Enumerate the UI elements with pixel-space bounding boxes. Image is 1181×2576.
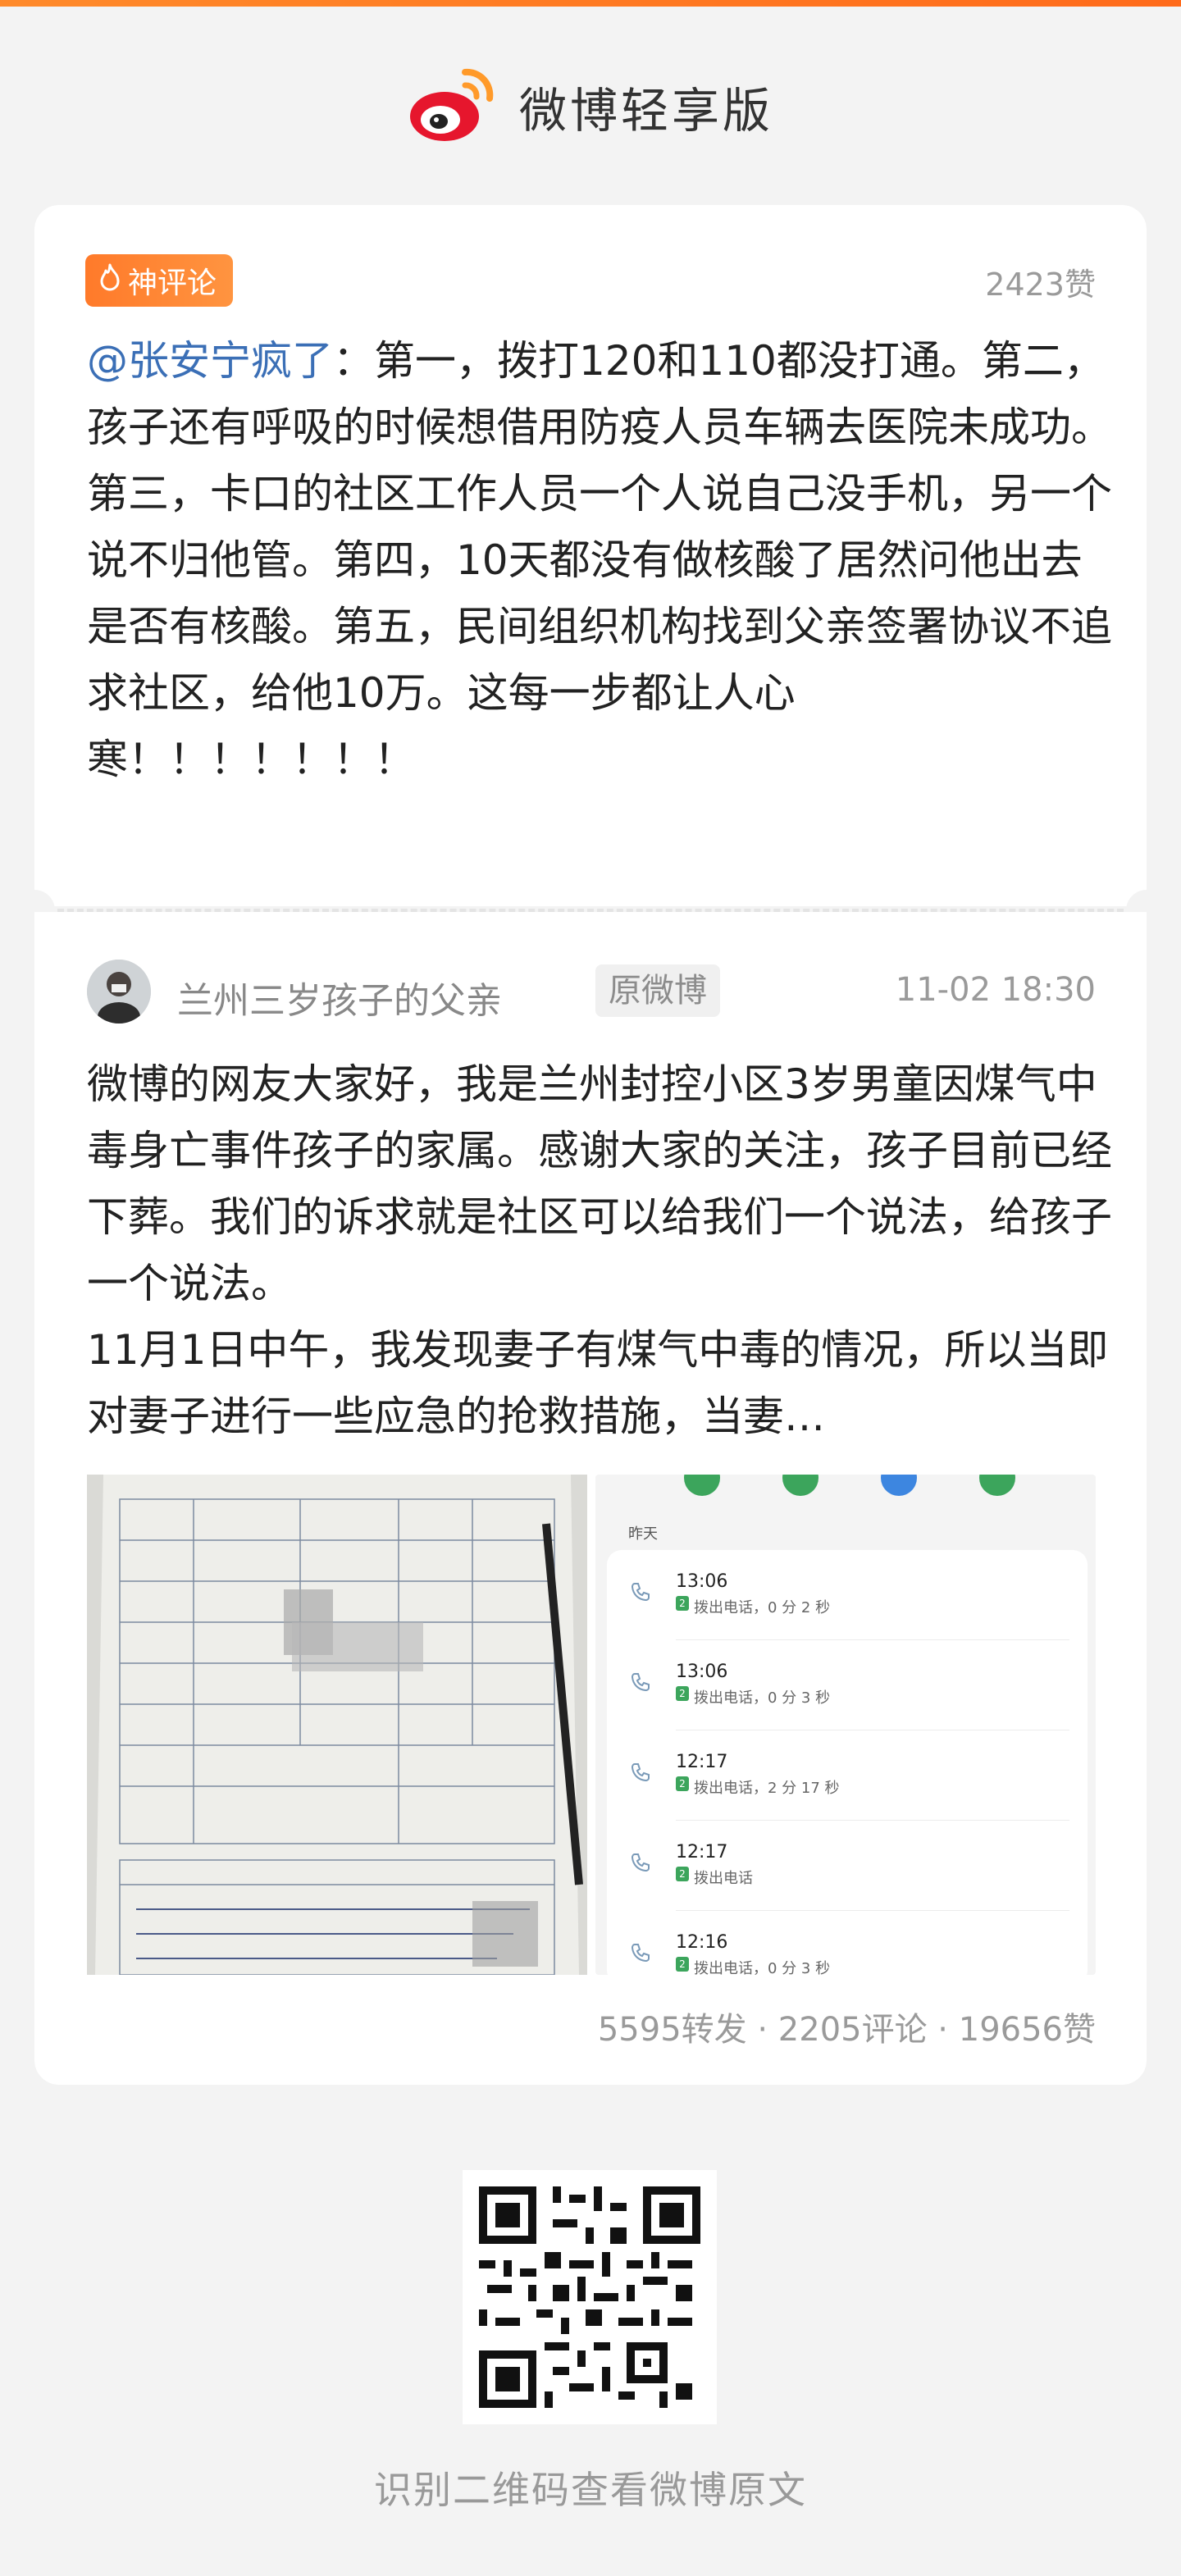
comment-body: @张安宁疯了：第一，拨打120和110都没打通。第二，孩子还有呼吸的时候想借用防… [87, 328, 1120, 793]
phone-icon [630, 1852, 651, 1876]
comment-text: ：第一，拨打120和110都没打通。第二，孩子还有呼吸的时候想借用防疫人员车辆去… [87, 337, 1112, 783]
call-time: 12:17 [676, 1842, 728, 1862]
badge-label: 神评论 [128, 267, 217, 300]
sim-badge: 2 [676, 1686, 689, 1701]
qr-code-icon[interactable] [463, 2170, 717, 2424]
call-desc: 拨出电话，2 分 17 秒 [694, 1780, 840, 1797]
weibo-logo-icon [408, 66, 498, 148]
mention-link[interactable]: @张安宁疯了 [87, 337, 333, 385]
original-post-tag: 原微博 [595, 964, 720, 1017]
sim-badge: 2 [676, 1596, 689, 1611]
phone-icon [630, 1581, 651, 1606]
sim-badge: 2 [676, 1957, 689, 1972]
post-body: 微博的网友大家好，我是兰州封控小区3岁男童因煤气中毒身亡事件孩子的家属。感谢大家… [87, 1060, 1112, 1440]
top-accent-bar [0, 0, 1181, 7]
call-log-top-icons [595, 1475, 1096, 1507]
call-desc: 拨出电话，0 分 3 秒 [694, 1689, 831, 1707]
sim-badge: 2 [676, 1867, 689, 1881]
call-log-screenshot[interactable]: 昨天 13:06 2 拨出电话，0 分 2 秒 13:06 2 拨出电话，0 分… [595, 1475, 1096, 1975]
list-item[interactable]: 13:06 2 拨出电话，0 分 3 秒 [607, 1640, 1088, 1730]
call-time: 13:06 [676, 1571, 728, 1592]
comment-likes: 2423赞 [985, 267, 1096, 303]
call-desc: 拨出电话 [694, 1870, 753, 1887]
list-item[interactable]: 12:17 2 拨出电话 [607, 1821, 1088, 1911]
sim-badge: 2 [676, 1776, 689, 1791]
death-certificate-image[interactable] [87, 1475, 587, 1975]
phone-icon [630, 1671, 651, 1696]
call-desc: 拨出电话，0 分 2 秒 [694, 1599, 831, 1616]
post-stats: 5595转发 · 2205评论 · 19656赞 [597, 2011, 1096, 2049]
avatar[interactable] [87, 960, 151, 1024]
list-item[interactable]: 13:06 2 拨出电话，0 分 2 秒 [607, 1550, 1088, 1640]
call-time: 12:16 [676, 1932, 728, 1953]
call-log-list: 13:06 2 拨出电话，0 分 2 秒 13:06 2 拨出电话，0 分 3 … [607, 1550, 1088, 1975]
list-item[interactable]: 12:17 2 拨出电话，2 分 17 秒 [607, 1730, 1088, 1821]
original-post-card[interactable]: 兰州三岁孩子的父亲 原微博 11-02 18:30 微博的网友大家好，我是兰州封… [34, 912, 1147, 2085]
phone-icon [630, 1942, 651, 1967]
qr-caption: 识别二维码查看微博原文 [374, 2468, 807, 2512]
app-title: 微博轻享版 [518, 83, 773, 139]
post-time: 11-02 18:30 [895, 971, 1096, 1009]
app-header: 微博轻享版 [0, 57, 1181, 156]
call-time: 12:17 [676, 1752, 728, 1772]
hot-comment-card[interactable]: 神评论 2423赞 @张安宁疯了：第一，拨打120和110都没打通。第二，孩子还… [34, 205, 1147, 906]
flame-icon [98, 263, 121, 299]
call-desc: 拨出电话，0 分 3 秒 [694, 1960, 831, 1975]
hot-comment-badge: 神评论 [85, 254, 234, 307]
phone-icon [630, 1762, 651, 1786]
call-time: 13:06 [676, 1662, 728, 1682]
post-author-row: 兰州三岁孩子的父亲 原微博 11-02 18:30 [87, 960, 1096, 1025]
list-item[interactable]: 12:16 2 拨出电话，0 分 3 秒 [607, 1911, 1088, 1975]
call-log-date: 昨天 [628, 1525, 658, 1543]
post-author-name[interactable]: 兰州三岁孩子的父亲 [177, 971, 502, 1024]
